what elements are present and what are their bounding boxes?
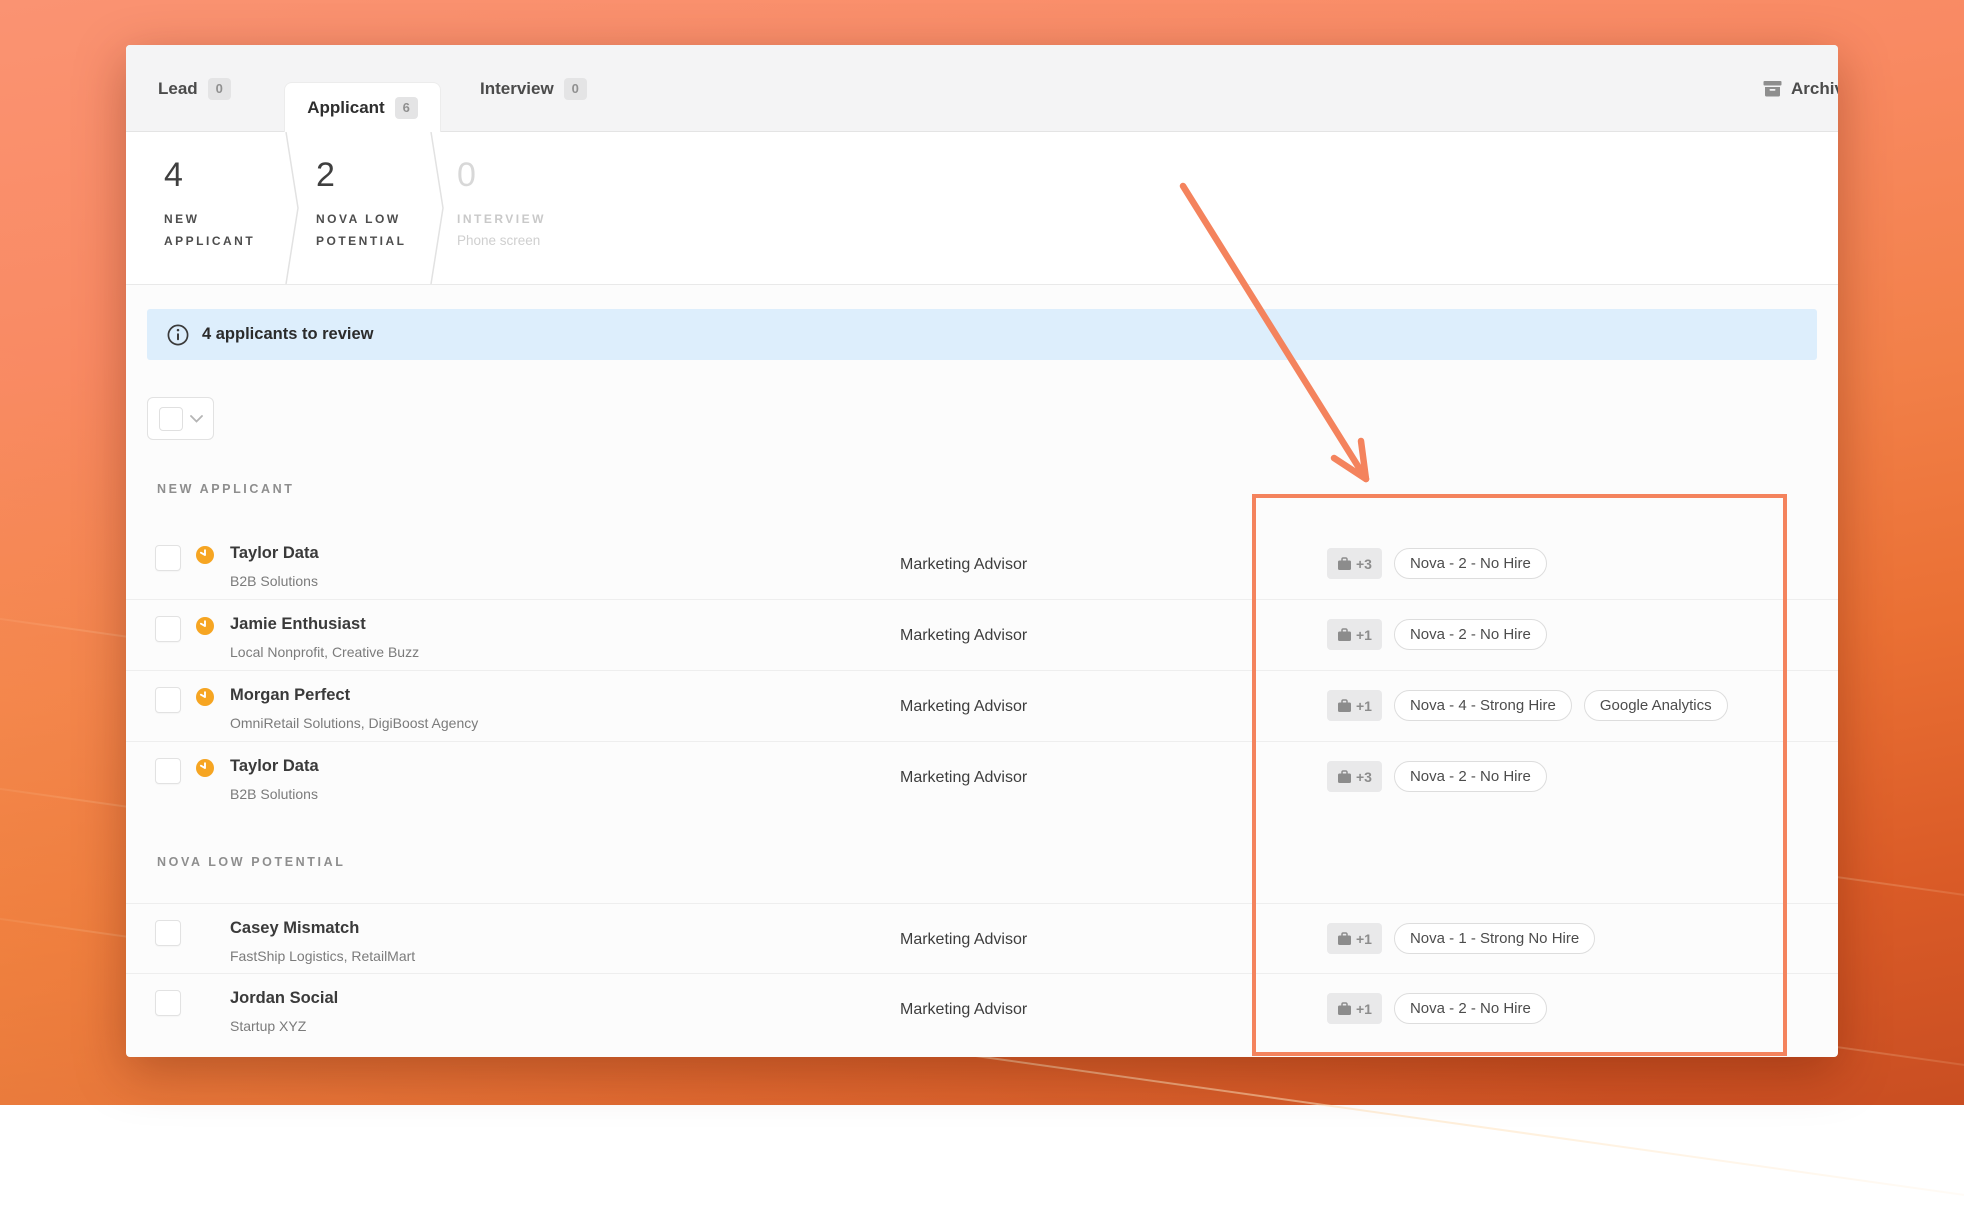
- tag-pill: Nova - 4 - Strong Hire: [1394, 690, 1572, 721]
- applicant-name: Taylor Data: [230, 757, 319, 776]
- pending-clock-icon: [196, 617, 214, 635]
- jobs-count: +3: [1356, 556, 1372, 572]
- tag-list: +1 Nova - 1 - Strong No Hire: [1327, 923, 1595, 954]
- applicant-job-title: Marketing Advisor: [900, 627, 1027, 645]
- tag-pill: Nova - 2 - No Hire: [1394, 993, 1547, 1024]
- stage-sublabel: Phone screen: [457, 233, 696, 248]
- tab-count-badge: 0: [564, 78, 587, 100]
- tag-list: +1 Nova - 2 - No Hire: [1327, 619, 1547, 650]
- section-header: NEW APPLICANT: [157, 482, 295, 496]
- applicant-company: B2B Solutions: [230, 786, 318, 802]
- tag-pill: Nova - 2 - No Hire: [1394, 548, 1547, 579]
- jobs-count-badge: +3: [1327, 548, 1382, 579]
- pending-clock-icon: [196, 546, 214, 564]
- jobs-count: +1: [1356, 698, 1372, 714]
- briefcase-icon: [1337, 628, 1352, 642]
- select-all-checkbox[interactable]: [159, 407, 183, 431]
- applicant-job-title: Marketing Advisor: [900, 698, 1027, 716]
- row-checkbox[interactable]: [155, 687, 181, 713]
- stage-card-nova-low-potential[interactable]: 2 NOVA LOW POTENTIAL: [291, 132, 436, 285]
- row-checkbox[interactable]: [155, 990, 181, 1016]
- applicant-name: Taylor Data: [230, 544, 319, 563]
- applicant-row[interactable]: Jamie Enthusiast Local Nonprofit, Creati…: [126, 600, 1838, 671]
- tab-count-badge: 6: [395, 97, 418, 119]
- info-icon: [167, 324, 189, 346]
- tab-label: Applicant: [307, 98, 384, 118]
- stage-count: 2: [316, 158, 436, 192]
- applicant-name: Jordan Social: [230, 989, 338, 1008]
- applicant-job-title: Marketing Advisor: [900, 556, 1027, 574]
- info-banner: 4 applicants to review: [147, 309, 1817, 360]
- applicant-company: Startup XYZ: [230, 1018, 306, 1034]
- tag-list: +1 Nova - 4 - Strong Hire Google Analyti…: [1327, 690, 1728, 721]
- archive-icon: [1763, 80, 1782, 97]
- pending-clock-icon: [196, 688, 214, 706]
- tag-list: +3 Nova - 2 - No Hire: [1327, 761, 1547, 792]
- applicant-company: B2B Solutions: [230, 573, 318, 589]
- archive-button[interactable]: Archive: [1763, 45, 1838, 132]
- applicant-name: Morgan Perfect: [230, 686, 350, 705]
- row-checkbox[interactable]: [155, 616, 181, 642]
- applicant-row[interactable]: Taylor Data B2B Solutions Marketing Advi…: [126, 529, 1838, 600]
- tag-pill: Google Analytics: [1584, 690, 1728, 721]
- tab-lead[interactable]: Lead 0: [158, 45, 231, 132]
- tab-bar: Lead 0 Applicant 6 Interview 0 Archive: [126, 45, 1838, 132]
- stage-label: NEW APPLICANT: [164, 208, 280, 252]
- briefcase-icon: [1337, 932, 1352, 946]
- applicant-job-title: Marketing Advisor: [900, 1001, 1027, 1019]
- tag-list: +1 Nova - 2 - No Hire: [1327, 993, 1547, 1024]
- applicant-name: Casey Mismatch: [230, 919, 359, 938]
- briefcase-icon: [1337, 1002, 1352, 1016]
- jobs-count-badge: +1: [1327, 993, 1382, 1024]
- applicant-job-title: Marketing Advisor: [900, 769, 1027, 787]
- tag-pill: Nova - 1 - Strong No Hire: [1394, 923, 1595, 954]
- jobs-count-badge: +1: [1327, 619, 1382, 650]
- tab-label: Lead: [158, 79, 198, 99]
- applicant-company: FastShip Logistics, RetailMart: [230, 948, 415, 964]
- applicant-name: Jamie Enthusiast: [230, 615, 366, 634]
- applicant-job-title: Marketing Advisor: [900, 931, 1027, 949]
- briefcase-icon: [1337, 557, 1352, 571]
- applicant-row[interactable]: Jordan Social Startup XYZ Marketing Advi…: [126, 974, 1838, 1045]
- pipeline-stage-band: 4 NEW APPLICANT 2 NOVA LOW POTENTIAL 0 I…: [126, 132, 1838, 285]
- applicant-row[interactable]: Morgan Perfect OmniRetail Solutions, Dig…: [126, 671, 1838, 742]
- jobs-count-badge: +1: [1327, 923, 1382, 954]
- stage-card-interview[interactable]: 0 INTERVIEW Phone screen: [436, 132, 696, 285]
- jobs-count: +1: [1356, 931, 1372, 947]
- tab-interview[interactable]: Interview 0: [480, 45, 587, 132]
- jobs-count: +1: [1356, 627, 1372, 643]
- stage-card-new-applicant[interactable]: 4 NEW APPLICANT: [132, 132, 284, 285]
- applicant-company: Local Nonprofit, Creative Buzz: [230, 644, 419, 660]
- select-all-control[interactable]: [147, 397, 214, 440]
- section-header: NOVA LOW POTENTIAL: [157, 855, 345, 869]
- jobs-count: +1: [1356, 1001, 1372, 1017]
- applicant-row[interactable]: Taylor Data B2B Solutions Marketing Advi…: [126, 742, 1838, 813]
- pending-clock-icon: [196, 759, 214, 777]
- applicant-row[interactable]: Casey Mismatch FastShip Logistics, Retai…: [126, 903, 1838, 974]
- row-checkbox[interactable]: [155, 758, 181, 784]
- briefcase-icon: [1337, 699, 1352, 713]
- tab-label: Interview: [480, 79, 554, 99]
- banner-text: 4 applicants to review: [202, 325, 373, 344]
- row-checkbox[interactable]: [155, 545, 181, 571]
- tab-applicant[interactable]: Applicant 6: [284, 82, 441, 132]
- stage-label: NOVA LOW POTENTIAL: [316, 208, 438, 252]
- applicant-company: OmniRetail Solutions, DigiBoost Agency: [230, 715, 478, 731]
- chevron-down-icon: [190, 415, 203, 423]
- stage-count: 4: [164, 158, 284, 192]
- tag-pill: Nova - 2 - No Hire: [1394, 619, 1547, 650]
- tag-pill: Nova - 2 - No Hire: [1394, 761, 1547, 792]
- stage-count: 0: [457, 158, 696, 192]
- jobs-count: +3: [1356, 769, 1372, 785]
- archive-label: Archive: [1791, 79, 1838, 99]
- jobs-count-badge: +3: [1327, 761, 1382, 792]
- row-checkbox[interactable]: [155, 920, 181, 946]
- tag-list: +3 Nova - 2 - No Hire: [1327, 548, 1547, 579]
- jobs-count-badge: +1: [1327, 690, 1382, 721]
- tab-count-badge: 0: [208, 78, 231, 100]
- app-window: Lead 0 Applicant 6 Interview 0 Archive 4…: [126, 45, 1838, 1057]
- stage-label: INTERVIEW: [457, 208, 657, 230]
- briefcase-icon: [1337, 770, 1352, 784]
